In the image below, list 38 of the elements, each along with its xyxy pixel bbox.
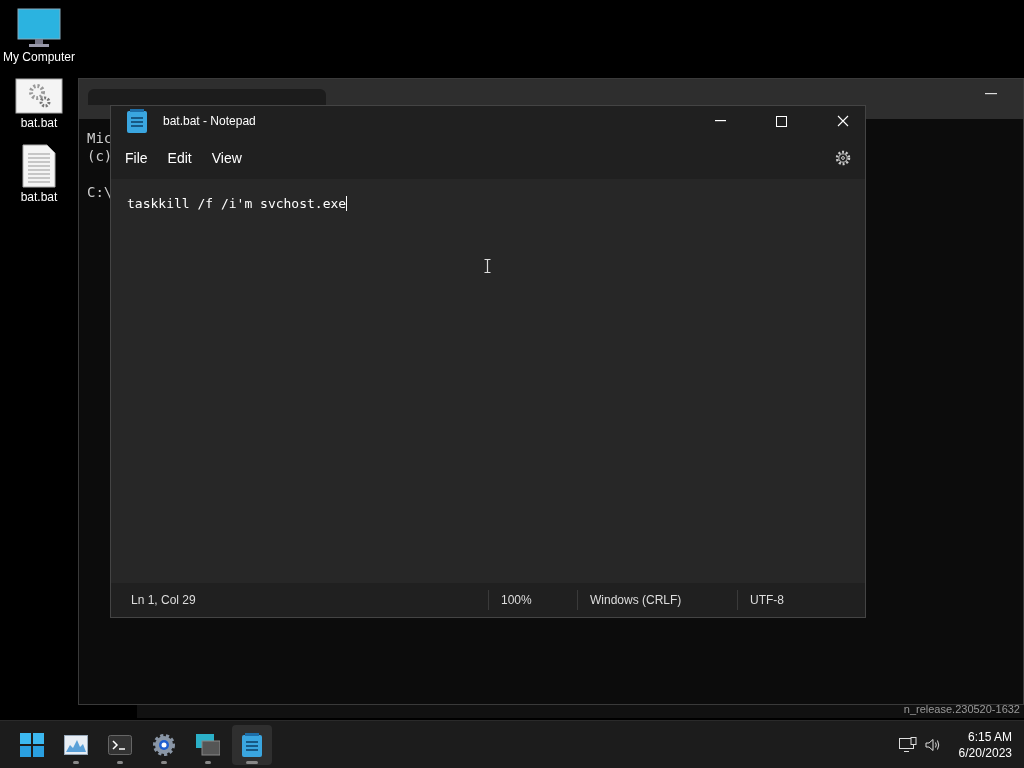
performance-chart-icon <box>64 734 88 755</box>
build-text: n_release.230520-1632 <box>903 703 1020 715</box>
editor-text: taskkill /f /i'm svchost.exe <box>127 196 348 211</box>
settings-icon <box>152 732 176 757</box>
menu-item[interactable]: View <box>201 143 252 172</box>
maximize-icon <box>776 115 787 127</box>
status-text: UTF-8 <box>750 593 784 607</box>
settings-file-icon <box>15 78 63 114</box>
notepad-icon <box>127 109 147 133</box>
text-cursor-icon <box>484 259 491 273</box>
status-text: Windows (CRLF) <box>590 593 682 607</box>
minimize-icon <box>715 120 726 122</box>
minimize-icon[interactable] <box>985 93 997 95</box>
desktop-icon-label[interactable]: bat.bat <box>20 190 58 204</box>
date-text: 6/20/2023 <box>958 745 1012 760</box>
windows-stack-icon <box>196 733 220 756</box>
desktop-icon-label[interactable]: My Computer <box>3 50 75 64</box>
status-text: 100% <box>501 593 532 607</box>
desktop-icon-label[interactable]: bat.bat <box>20 116 58 130</box>
close-icon <box>836 115 849 127</box>
taskbar-app[interactable] <box>232 724 272 765</box>
menu-item[interactable]: Edit <box>157 143 202 172</box>
console-text: C:\ <box>87 183 113 201</box>
text-editor[interactable]: taskkill /f /i'm svchost.exe <box>111 179 865 583</box>
console-text: (c) <box>87 147 113 165</box>
clock[interactable]: 6:15 AM 6/20/2023 <box>958 729 1012 760</box>
settings-icon[interactable] <box>835 149 851 166</box>
menu-item[interactable]: File <box>115 143 158 172</box>
terminal-icon <box>108 734 132 755</box>
volume-icon[interactable] <box>924 737 941 752</box>
time-text: 6:15 AM <box>967 729 1012 744</box>
text-file-icon <box>22 144 56 188</box>
windows-logo-icon <box>20 732 44 757</box>
monitor-icon <box>17 8 61 48</box>
window-title: bat.bat - Notepad <box>163 114 257 128</box>
network-icon[interactable] <box>898 736 917 753</box>
status-text: Ln 1, Col 29 <box>131 593 196 607</box>
notepad-icon <box>242 732 262 757</box>
